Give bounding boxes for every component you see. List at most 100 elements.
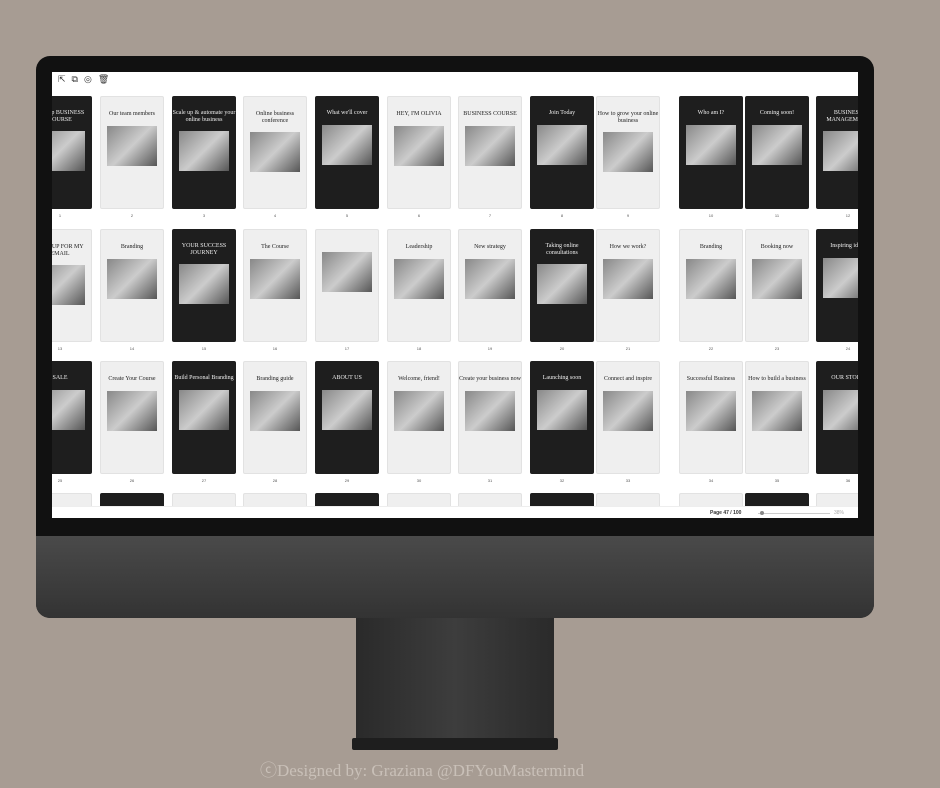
slide-photo: [250, 132, 300, 173]
slide-number: 9: [626, 213, 630, 218]
slide-thumbnail[interactable]: [530, 493, 594, 506]
slide-title: BUSINESS COURSE: [463, 111, 517, 117]
slide-thumbnail[interactable]: SALE: [52, 361, 92, 474]
slide-thumbnail[interactable]: [52, 493, 92, 506]
slide-thumbnail[interactable]: Welcome, friend!: [387, 361, 451, 474]
slide-photo: [603, 258, 653, 299]
slide-number: 6: [417, 213, 421, 218]
slide-photo: [686, 258, 736, 299]
zoom-slider[interactable]: [758, 513, 830, 514]
slide-thumbnail[interactable]: [458, 493, 522, 506]
slide-number: 1: [58, 213, 62, 218]
slide-title: SALE: [52, 375, 68, 381]
slide-number: 12: [845, 213, 851, 218]
slide-thumbnail[interactable]: Create Your Course: [100, 361, 164, 474]
zoom-slider-handle[interactable]: [760, 511, 764, 515]
slide-thumbnail[interactable]: Who am I?: [679, 96, 743, 209]
slide-title: Sign up BUSINESS COURSE: [52, 110, 85, 123]
slide-thumbnail[interactable]: Sign up BUSINESS COURSE: [52, 96, 92, 209]
slide-thumbnail[interactable]: [387, 493, 451, 506]
slide-thumbnail[interactable]: [100, 493, 164, 506]
slide-thumbnail[interactable]: Launching soon: [530, 361, 594, 474]
slide-thumbnail[interactable]: New strategy: [458, 229, 522, 342]
slide-thumbnail[interactable]: OUR STORY: [816, 361, 858, 474]
slide-photo: [179, 131, 229, 172]
slide-title: SIGN UP FOR MY EMAIL: [52, 244, 84, 257]
slide-thumbnail[interactable]: How to build a business: [745, 361, 809, 474]
slide-thumbnail[interactable]: ABOUT US: [315, 361, 379, 474]
slide-thumbnail[interactable]: Successful Business: [679, 361, 743, 474]
slide-photo: [322, 252, 372, 292]
slide-thumbnail[interactable]: [679, 493, 743, 506]
slide-title: New strategy: [474, 244, 506, 250]
slide-photo: [752, 124, 802, 165]
slide-photo: [107, 258, 157, 299]
slide-thumbnail[interactable]: Coming soon!: [745, 96, 809, 209]
slide-thumbnail[interactable]: Join Today: [530, 96, 594, 209]
slide-photo: [686, 124, 736, 165]
slide-thumbnail[interactable]: Scale up & automate your online business: [172, 96, 236, 209]
slide-thumbnail[interactable]: Booking now: [745, 229, 809, 342]
designer-credit: ⓒDesigned by: Graziana @DFYouMastermind: [260, 761, 585, 780]
slide-thumbnail[interactable]: [745, 493, 809, 506]
slide-number: 5: [345, 213, 349, 218]
slide-photo: [107, 125, 157, 166]
slide-title: Welcome, friend!: [398, 376, 440, 382]
slide-thumbnail[interactable]: Online business conference: [243, 96, 307, 209]
slide-thumbnail[interactable]: HEY, I'M OLIVIA: [387, 96, 451, 209]
monitor-foot: [352, 738, 558, 750]
trash-icon[interactable]: 🗑: [98, 74, 109, 86]
slide-photo: [179, 264, 229, 305]
slide-title: How to grow your online business: [597, 111, 659, 124]
slide-thumbnail[interactable]: Connect and inspire: [596, 361, 660, 474]
slide-thumbnail[interactable]: What we'll cover: [315, 96, 379, 209]
slide-thumbnail[interactable]: Our team members: [100, 96, 164, 209]
slide-photo: [686, 390, 736, 431]
slide-title: Successful Business: [686, 376, 736, 382]
slide-thumbnail[interactable]: [243, 493, 307, 506]
slide-number: 3: [202, 213, 206, 218]
slide-thumbnail[interactable]: The Course: [243, 229, 307, 342]
slide-number: 23: [774, 346, 780, 351]
slide-thumbnail[interactable]: How to grow your online business: [596, 96, 660, 209]
slide-thumbnail[interactable]: BUSINESS COURSE: [458, 96, 522, 209]
slide-title: OUR STORY: [831, 375, 858, 381]
slide-title: BUSINESS MANAGEMENT: [826, 110, 858, 123]
slide-thumbnail[interactable]: Branding guide: [243, 361, 307, 474]
slide-number: 22: [708, 346, 714, 351]
slide-thumbnail[interactable]: Leadership: [387, 229, 451, 342]
toolbar: ⇱ ⧉ ◎ 🗑: [52, 72, 858, 88]
slide-thumbnail[interactable]: Branding: [679, 229, 743, 342]
slide-thumbnail[interactable]: [315, 493, 379, 506]
share-icon[interactable]: ⇱: [58, 74, 66, 86]
slide-thumbnail[interactable]: Branding: [100, 229, 164, 342]
slide-photo: [603, 132, 653, 173]
slide-thumbnail[interactable]: SIGN UP FOR MY EMAIL: [52, 229, 92, 342]
slide-title: ABOUT US: [332, 375, 362, 381]
slide-thumbnail[interactable]: Inspiring ideas: [816, 229, 858, 342]
slide-thumbnail[interactable]: [816, 493, 858, 506]
slide-thumbnail[interactable]: [596, 493, 660, 506]
slide-number: 20: [559, 346, 565, 351]
slide-title: Leadership: [405, 244, 433, 250]
slide-photo: [465, 258, 515, 299]
slide-title: The Course: [261, 244, 289, 250]
duplicate-icon[interactable]: ⧉: [72, 74, 78, 86]
slide-photo: [52, 389, 85, 430]
slide-thumbnail[interactable]: YOUR SUCCESS JOURNEY: [172, 229, 236, 342]
slide-title: Create your business now: [459, 376, 521, 382]
slide-number: 10: [708, 213, 714, 218]
slide-thumbnail[interactable]: Create your business now: [458, 361, 522, 474]
slide-thumbnail[interactable]: [172, 493, 236, 506]
hide-icon[interactable]: ◎: [84, 74, 92, 86]
slide-title: Who am I?: [697, 110, 725, 116]
slide-photo: [250, 258, 300, 299]
monitor-stand: [356, 618, 554, 740]
slide-thumbnail[interactable]: BUSINESS MANAGEMENT: [816, 96, 858, 209]
slide-thumbnail[interactable]: [315, 229, 379, 342]
slide-thumbnail[interactable]: Build Personal Branding: [172, 361, 236, 474]
slide-thumbnail[interactable]: How we work?: [596, 229, 660, 342]
slide-photo: [465, 390, 515, 431]
slide-thumbnail[interactable]: Taking online consultations: [530, 229, 594, 342]
slide-photo: [537, 389, 587, 430]
